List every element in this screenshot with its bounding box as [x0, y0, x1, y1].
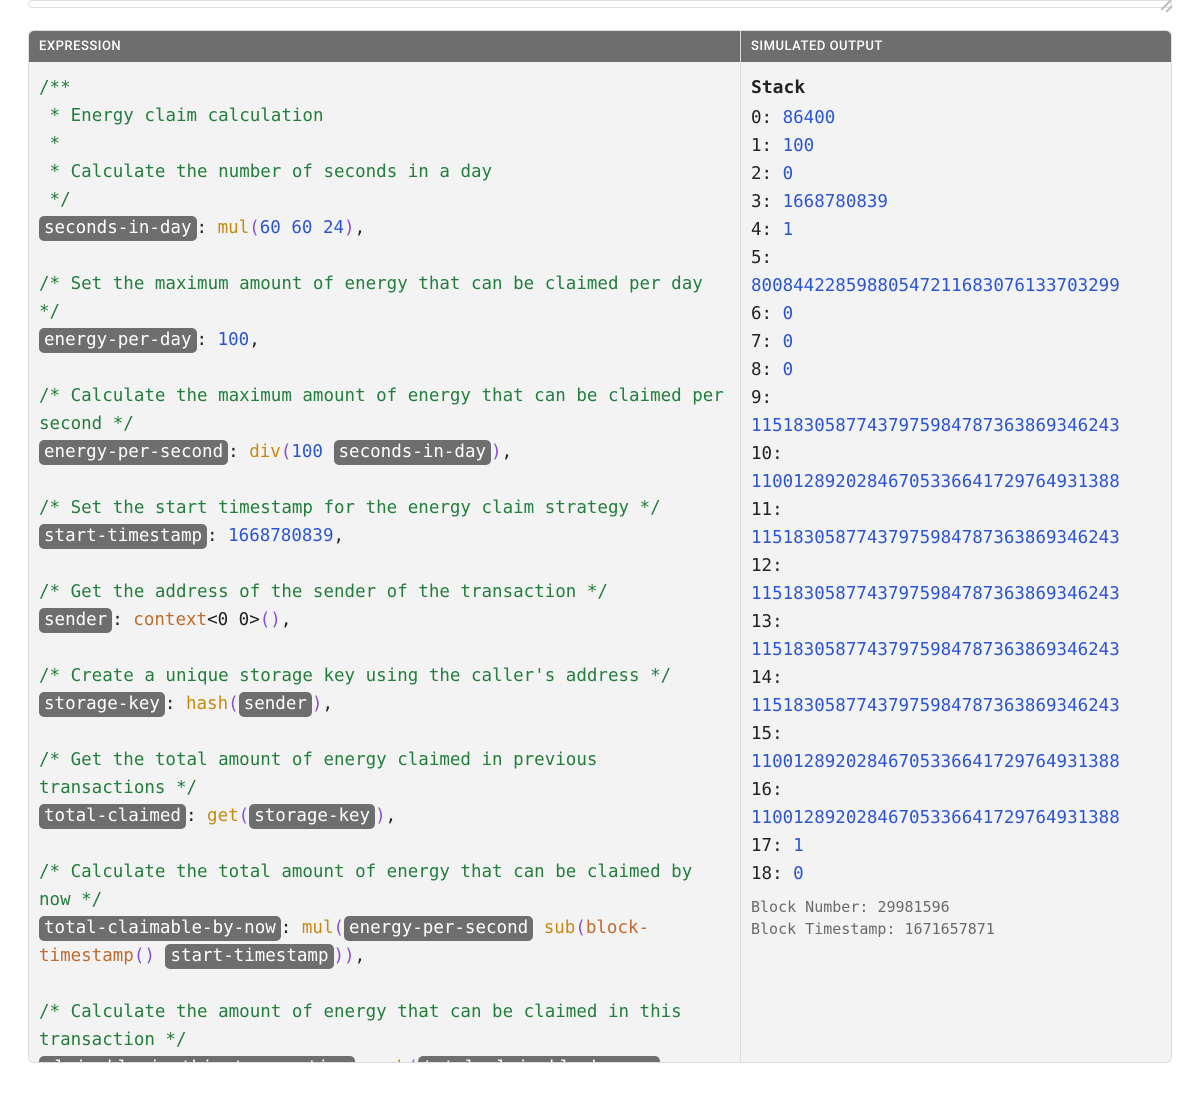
stack-row: 10:: [751, 440, 1161, 468]
comment-line: /* Set the start timestamp for the energ…: [39, 494, 730, 522]
stack-value: 11001289202846705336641729764931388: [751, 468, 1161, 496]
comment-line: /* Set the maximum amount of energy that…: [39, 270, 730, 326]
stack-row: 13:: [751, 608, 1161, 636]
stack-row: 8: 0: [751, 356, 1161, 384]
var-tag[interactable]: sender: [39, 608, 112, 633]
code-line-storage-key: storage-key: hash(sender),: [39, 690, 730, 718]
block-number-label: Block Number:: [751, 898, 868, 916]
stack-row: 1: 100: [751, 132, 1161, 160]
block-timestamp-value: 1671657871: [905, 920, 995, 938]
block-number-value: 29981596: [877, 898, 949, 916]
stack-row: 3: 1668780839: [751, 188, 1161, 216]
stack-rows: 0: 864001: 1002: 03: 16687808394: 15:800…: [751, 104, 1161, 888]
var-ref-tag[interactable]: storage-key: [249, 804, 375, 829]
stack-value: 80084422859880547211683076133703299: [751, 272, 1161, 300]
stack-value: 11518305877437975984787363869346243: [751, 412, 1161, 440]
var-tag[interactable]: total-claimable-by-now: [39, 916, 281, 941]
var-tag[interactable]: storage-key: [39, 692, 165, 717]
comment-line: *: [39, 130, 730, 158]
stack-value: 11001289202846705336641729764931388: [751, 748, 1161, 776]
simulated-output-body[interactable]: Stack 0: 864001: 1002: 03: 16687808394: …: [741, 62, 1171, 1062]
stack-row: 16:: [751, 776, 1161, 804]
stack-value: 11518305877437975984787363869346243: [751, 636, 1161, 664]
expression-body[interactable]: /** * Energy claim calculation * * Calcu…: [29, 62, 740, 1062]
stack-row: 0: 86400: [751, 104, 1161, 132]
stack-row: 9:: [751, 384, 1161, 412]
stack-row: 15:: [751, 720, 1161, 748]
comment-line: /**: [39, 74, 730, 102]
comment-line: * Calculate the number of seconds in a d…: [39, 158, 730, 186]
comment-line: /* Calculate the total amount of energy …: [39, 858, 730, 914]
stack-row: 6: 0: [751, 300, 1161, 328]
var-ref-tag[interactable]: start-timestamp: [165, 944, 333, 969]
var-ref-tag[interactable]: sender: [239, 692, 312, 717]
code-line-seconds-in-day: seconds-in-day: mul(60 60 24),: [39, 214, 730, 242]
var-tag[interactable]: total-claimed: [39, 804, 186, 829]
code-line-total-claimable: total-claimable-by-now: mul(energy-per-s…: [39, 914, 730, 970]
panels-container: EXPRESSION /** * Energy claim calculatio…: [28, 30, 1172, 1063]
block-timestamp-label: Block Timestamp:: [751, 920, 896, 938]
simulated-output-panel: SIMULATED OUTPUT Stack 0: 864001: 1002: …: [741, 31, 1171, 1062]
stack-value: 11001289202846705336641729764931388: [751, 804, 1161, 832]
var-tag[interactable]: energy-per-day: [39, 328, 197, 353]
expression-panel: EXPRESSION /** * Energy claim calculatio…: [29, 31, 741, 1062]
resize-handle-icon[interactable]: [1159, 0, 1173, 9]
comment-line: /* Create a unique storage key using the…: [39, 662, 730, 690]
var-tag[interactable]: energy-per-second: [39, 440, 228, 465]
code-line-energy-per-day: energy-per-day: 100,: [39, 326, 730, 354]
var-ref-tag[interactable]: total-claimable-by-now: [418, 1056, 660, 1062]
stack-row: 5:: [751, 244, 1161, 272]
stack-value: 11518305877437975984787363869346243: [751, 580, 1161, 608]
comment-line: /* Calculate the maximum amount of energ…: [39, 382, 730, 438]
comment-line: * Energy claim calculation: [39, 102, 730, 130]
code-line-total-claimed: total-claimed: get(storage-key),: [39, 802, 730, 830]
stack-row: 17: 1: [751, 832, 1161, 860]
code-line-sender: sender: context<0 0>(),: [39, 606, 730, 634]
var-tag[interactable]: start-timestamp: [39, 524, 207, 549]
comment-line: /* Get the total amount of energy claime…: [39, 746, 730, 802]
stack-row: 14:: [751, 664, 1161, 692]
var-ref-tag[interactable]: energy-per-second: [344, 916, 533, 941]
comment-line: /* Get the address of the sender of the …: [39, 578, 730, 606]
stack-value: 11518305877437975984787363869346243: [751, 524, 1161, 552]
stack-row: 7: 0: [751, 328, 1161, 356]
textarea-bottom-edge[interactable]: [28, 0, 1172, 8]
code-line-claimable-in-tx: claimable-in-this-transaction: sub(total…: [39, 1054, 730, 1062]
stack-row: 2: 0: [751, 160, 1161, 188]
block-info: Block Number: 29981596 Block Timestamp: …: [751, 896, 1161, 940]
code-line-start-timestamp: start-timestamp: 1668780839,: [39, 522, 730, 550]
stack-row: 18: 0: [751, 860, 1161, 888]
comment-line: /* Calculate the amount of energy that c…: [39, 998, 730, 1054]
stack-value: 11518305877437975984787363869346243: [751, 692, 1161, 720]
var-tag[interactable]: seconds-in-day: [39, 216, 197, 241]
stack-title: Stack: [751, 74, 1161, 102]
stack-row: 4: 1: [751, 216, 1161, 244]
simulated-output-header: SIMULATED OUTPUT: [741, 31, 1171, 62]
var-ref-tag[interactable]: seconds-in-day: [334, 440, 492, 465]
var-tag[interactable]: claimable-in-this-transaction: [39, 1056, 355, 1062]
code-line-energy-per-second: energy-per-second: div(100 seconds-in-da…: [39, 438, 730, 466]
expression-header: EXPRESSION: [29, 31, 740, 62]
comment-line: */: [39, 186, 730, 214]
stack-row: 11:: [751, 496, 1161, 524]
stack-row: 12:: [751, 552, 1161, 580]
